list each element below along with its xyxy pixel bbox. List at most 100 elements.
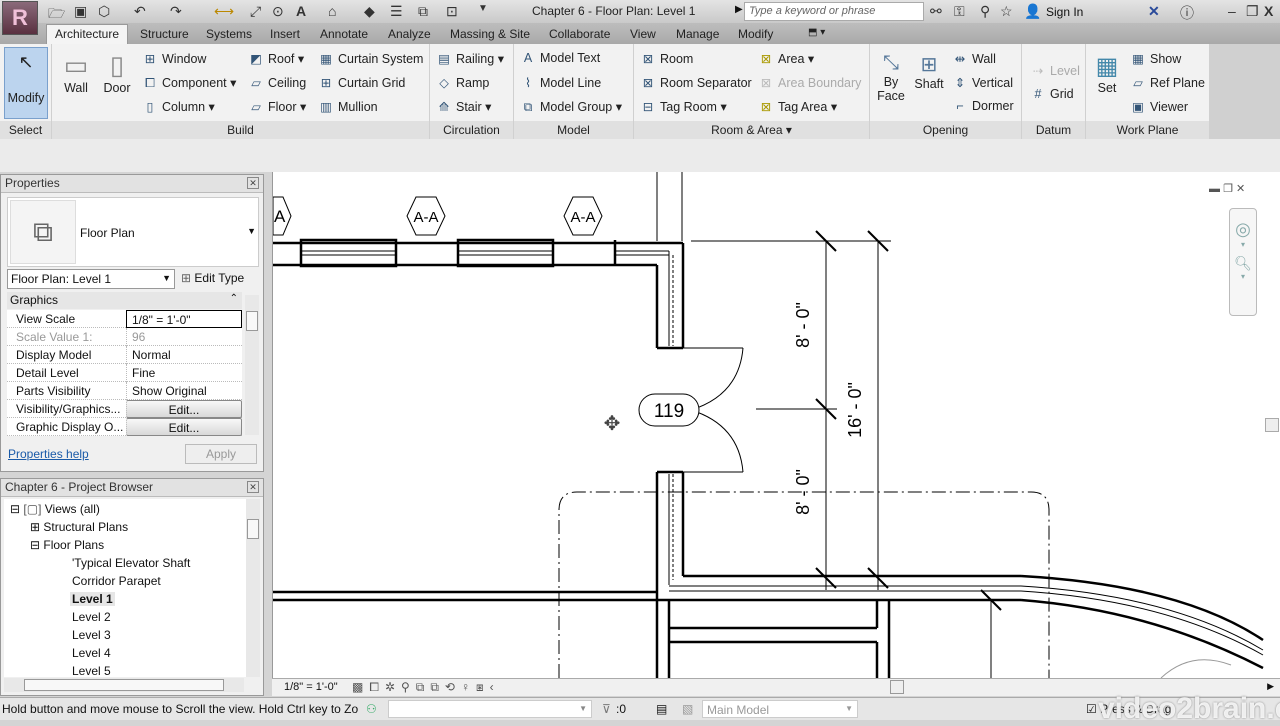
scroll-thumb[interactable] — [246, 311, 258, 331]
undo-icon[interactable]: ↶ — [134, 3, 146, 20]
dimension-text[interactable]: 16' - 0" — [845, 382, 865, 438]
exchange-apps-icon[interactable]: ✕ — [1148, 3, 1160, 20]
properties-scrollbar[interactable] — [245, 295, 259, 435]
tree-item-level-5[interactable]: Level 5 — [72, 664, 111, 678]
component-button[interactable]: ⧠ Component ▾ — [142, 75, 236, 91]
door-button[interactable]: ▯ Door — [100, 50, 134, 95]
editing-requests-icon[interactable]: ▤ — [656, 702, 667, 716]
close-app-icon[interactable]: X — [1264, 3, 1273, 19]
room-button[interactable]: ⊠ Room — [640, 51, 694, 66]
type-selector[interactable]: ⧉ Floor Plan ▼ — [7, 197, 259, 267]
restore-icon[interactable]: ❐ — [1246, 3, 1259, 20]
area-button[interactable]: ⊠ Area ▾ — [758, 51, 814, 66]
tab-annotate[interactable]: Annotate — [320, 27, 368, 41]
area-boundary-button[interactable]: ⊠ Area Boundary — [758, 75, 862, 90]
property-value[interactable]: 1/8" = 1'-0" — [126, 310, 242, 328]
sync-icon[interactable]: ⬡ — [98, 3, 110, 20]
scroll-thumb[interactable] — [24, 679, 224, 691]
set-button[interactable]: ▦ Set — [1092, 52, 1122, 95]
zoom-icon[interactable]: 🔍︎ — [1230, 255, 1256, 272]
dimension-text[interactable]: 8' - 0" — [793, 302, 813, 348]
mullion-button[interactable]: ▥ Mullion — [318, 99, 378, 114]
tag-icon[interactable]: ⊙ — [272, 3, 284, 20]
vertical-button[interactable]: ⇕ Vertical — [952, 75, 1013, 90]
property-value[interactable]: Show Original — [126, 382, 242, 400]
search-input[interactable]: Type a keyword or phrase — [744, 2, 924, 21]
scroll-right-icon[interactable]: ▶ — [1267, 681, 1274, 692]
tab-collaborate[interactable]: Collaborate — [549, 27, 610, 41]
key-icon[interactable]: ⚿ — [954, 3, 965, 20]
window-button[interactable]: ⊞ Window — [142, 51, 207, 66]
satellite-icon[interactable]: ⚲ — [980, 3, 990, 20]
tab-manage[interactable]: Manage — [676, 27, 719, 41]
column-button[interactable]: ▯ Column ▾ — [142, 99, 215, 114]
property-value[interactable]: Fine — [126, 364, 242, 382]
instance-filter-dropdown[interactable]: Floor Plan: Level 1 ▼ — [7, 269, 175, 289]
level-button[interactable]: ⇢ Level — [1030, 63, 1080, 78]
group-header-graphics[interactable]: Graphics ⌃ — [7, 292, 242, 309]
curtain-grid-button[interactable]: ⊞ Curtain Grid — [318, 75, 406, 90]
minimize-icon[interactable]: – — [1228, 3, 1236, 19]
tag-area-button[interactable]: ⊠ Tag Area ▾ — [758, 99, 837, 114]
stair-button[interactable]: ⟰ Stair ▾ — [436, 99, 492, 114]
measure-icon[interactable]: ⟷ — [214, 3, 234, 20]
3d-view-icon[interactable]: ⌂ — [328, 3, 336, 19]
model-group-button[interactable]: ⧉ Model Group ▾ — [520, 99, 622, 115]
property-value[interactable]: Normal — [126, 346, 242, 364]
close-hidden-icon[interactable]: ⧉ — [418, 3, 428, 20]
tree-item-level-3[interactable]: Level 3 — [72, 628, 111, 642]
design-options-icon[interactable]: ▧ — [682, 702, 693, 716]
help-icon[interactable]: ⓘ — [1180, 3, 1194, 23]
browser-vertical-scrollbar[interactable] — [246, 499, 260, 677]
redo-icon[interactable]: ↷ — [170, 3, 182, 20]
tab-massing-site[interactable]: Massing & Site — [450, 27, 530, 41]
dormer-button[interactable]: ⌐ Dormer — [952, 99, 1013, 113]
scroll-thumb[interactable] — [247, 519, 259, 539]
worksets-icon[interactable]: ⚇ — [366, 702, 377, 716]
close-icon[interactable]: ✕ — [247, 481, 259, 493]
floor-button[interactable]: ▱ Floor ▾ — [248, 99, 306, 114]
text-icon[interactable]: A — [296, 3, 306, 19]
apply-button[interactable]: Apply — [185, 444, 257, 464]
edit-button[interactable]: Edit... — [126, 400, 242, 418]
tree-item-level-1[interactable]: Level 1 — [70, 592, 115, 606]
browser-horizontal-scrollbar[interactable] — [4, 678, 244, 692]
room-tag[interactable]: 119 — [638, 393, 700, 427]
user-icon[interactable]: 👤 — [1024, 3, 1041, 20]
tab-view[interactable]: View — [630, 27, 656, 41]
railing-button[interactable]: ▤ Railing ▾ — [436, 51, 504, 66]
model-line-button[interactable]: ⌇ Model Line — [520, 75, 601, 90]
application-menu-button[interactable]: R — [2, 1, 38, 35]
view-control-icons[interactable]: ▩⧠✲⚲⧉⧉⟲♀⧆‹ — [352, 680, 500, 695]
aligned-dimension-icon[interactable]: ⤢ — [250, 3, 261, 20]
edit-button[interactable]: Edit... — [126, 418, 242, 436]
viewer-button[interactable]: ▣ Viewer — [1130, 99, 1188, 114]
workset-dropdown[interactable]: ▼ — [388, 700, 592, 718]
curtain-system-button[interactable]: ▦ Curtain System — [318, 51, 423, 66]
steering-wheel-icon[interactable]: ◎ — [1230, 219, 1256, 240]
favorites-star-icon[interactable]: ☆ — [1000, 3, 1013, 20]
wall-opening-button[interactable]: ⇹ Wall — [952, 51, 996, 66]
thin-lines-icon[interactable]: ☰ — [390, 3, 403, 20]
tree-item-corridor-parapet[interactable]: Corridor Parapet — [72, 574, 161, 588]
canvas-horizontal-scroll-thumb[interactable] — [890, 680, 904, 694]
minimize-ribbon-icon[interactable]: ⬒ ▾ — [808, 27, 825, 38]
room-separator-button[interactable]: ⊠ Room Separator — [640, 75, 752, 90]
switch-windows-icon[interactable]: ⊡ — [446, 3, 458, 20]
grid-button[interactable]: # Grid — [1030, 87, 1074, 101]
tree-item-level-4[interactable]: Level 4 — [72, 646, 111, 660]
tab-modify[interactable]: Modify — [738, 27, 773, 41]
design-option-dropdown[interactable]: Main Model ▼ — [702, 700, 858, 718]
tree-node-views-all[interactable]: ⊟ [▢] Views (all) — [10, 502, 100, 516]
filter-icon[interactable]: ⊽ — [602, 702, 611, 716]
shaft-button[interactable]: ⊞ Shaft — [912, 52, 946, 91]
modify-button[interactable]: ↖ Modify — [4, 47, 48, 119]
restore-view-icon[interactable]: ❐ — [1223, 183, 1233, 195]
tree-node-structural-plans[interactable]: ⊞ Structural Plans — [30, 520, 128, 534]
expand-arrow-icon[interactable]: ▶ — [735, 4, 743, 15]
drawing-canvas[interactable]: A A-A A-A 119 8' - 0" 16' - 0" 8' - 0" ✥… — [272, 172, 1280, 678]
ramp-button[interactable]: ◇ Ramp — [436, 75, 489, 90]
model-text-button[interactable]: A Model Text — [520, 51, 600, 65]
dimension-text[interactable]: 8' - 0" — [793, 469, 813, 515]
wall-button[interactable]: ▭ Wall — [60, 50, 92, 95]
